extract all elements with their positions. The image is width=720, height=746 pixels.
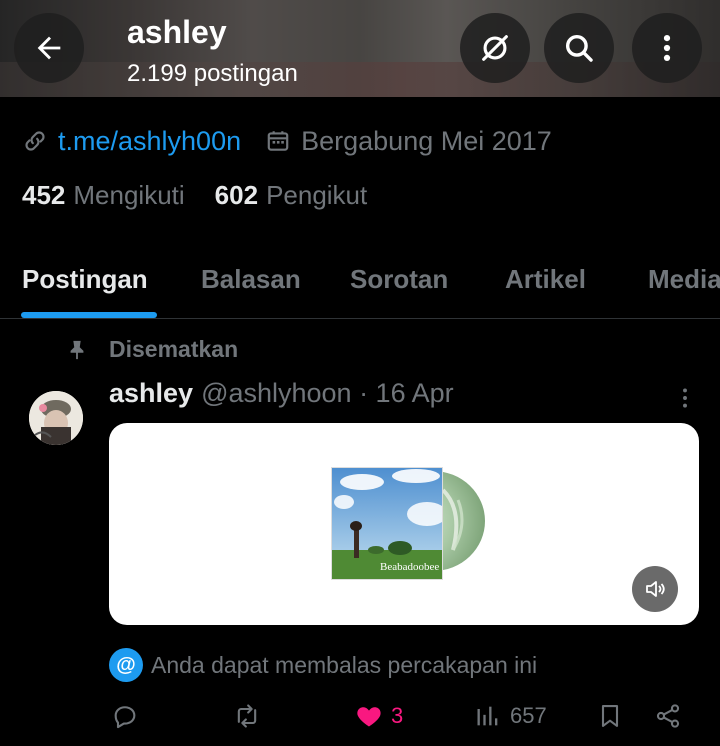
repost-icon [237, 704, 257, 728]
like-button[interactable]: 3 [355, 700, 403, 732]
reply-note-text: Anda dapat membalas percakapan ini [151, 651, 538, 678]
pinned-label: Disematkan [66, 336, 238, 363]
search-icon [565, 34, 593, 62]
header-banner-image [0, 62, 720, 97]
mute-button[interactable] [632, 566, 678, 612]
followers-label: Pengikut [266, 180, 368, 210]
reply-icon [114, 706, 136, 729]
views-count: 657 [510, 703, 547, 728]
post-header: ashley @ashlyhoon · 16 Apr [109, 378, 454, 409]
reply-button[interactable] [111, 700, 139, 732]
join-date-text: Bergabung Mei 2017 [301, 125, 552, 156]
active-tab-indicator [21, 312, 157, 318]
tab-media[interactable]: Media [648, 264, 720, 295]
post-author-handle[interactable]: @ashlyhoon · 16 Apr [201, 378, 454, 409]
post-more-icon[interactable] [672, 385, 698, 411]
join-date: Bergabung Mei 2017 [265, 126, 552, 157]
reply-restriction-note: @ Anda dapat membalas percakapan ini [109, 648, 537, 682]
back-button[interactable] [14, 13, 84, 83]
pin-icon [70, 340, 84, 359]
bookmark-icon [601, 705, 619, 727]
album-title: Beabadoobee [380, 561, 440, 573]
avatar[interactable] [29, 391, 83, 445]
profile-link[interactable]: t.me/ashlyh00n [58, 126, 241, 157]
followers-count: 602 [214, 180, 259, 210]
post-author-name[interactable]: ashley [109, 378, 193, 409]
following-count: 452 [22, 180, 66, 210]
profile-tabs: Postingan Balasan Sorotan Artikel Media [0, 240, 720, 319]
bookmark-button[interactable] [596, 700, 624, 732]
tab-balasan[interactable]: Balasan [201, 264, 301, 295]
back-arrow-icon [37, 36, 61, 60]
tab-sorotan[interactable]: Sorotan [350, 264, 448, 295]
grok-button[interactable] [460, 13, 530, 83]
pinned-text: Disematkan [109, 336, 239, 362]
grok-icon [482, 35, 508, 61]
followers-stat[interactable]: 602 Pengikut [215, 180, 368, 211]
link-icon [25, 131, 45, 151]
more-options-button[interactable] [632, 13, 702, 83]
header-title: ashley [127, 14, 227, 50]
following-stat[interactable]: 452 Mengikuti [22, 180, 185, 211]
profile-meta-row: t.me/ashlyh00n Bergabung Mei 2017 [22, 124, 552, 158]
calendar-icon [267, 131, 289, 151]
search-button[interactable] [544, 13, 614, 83]
heart-filled-icon [357, 707, 381, 727]
tab-postingan[interactable]: Postingan [22, 264, 148, 295]
views-button[interactable]: 657 [474, 700, 547, 732]
like-count: 3 [391, 703, 404, 728]
views-chart-icon [477, 706, 498, 726]
share-button[interactable] [654, 700, 682, 732]
follow-stats: 452 Mengikuti 602 Pengikut [22, 180, 397, 211]
following-label: Mengikuti [73, 180, 185, 210]
share-icon [656, 704, 680, 728]
header-post-count: 2.199 postingan [127, 60, 298, 87]
at-sign-icon: @ [109, 648, 143, 682]
album-cover: Beabadoobee [331, 467, 443, 580]
speaker-muted-icon [646, 581, 665, 597]
repost-button[interactable] [233, 700, 261, 732]
more-vertical-icon [663, 34, 671, 62]
tab-artikel[interactable]: Artikel [505, 264, 586, 295]
avatar-image [29, 391, 83, 445]
